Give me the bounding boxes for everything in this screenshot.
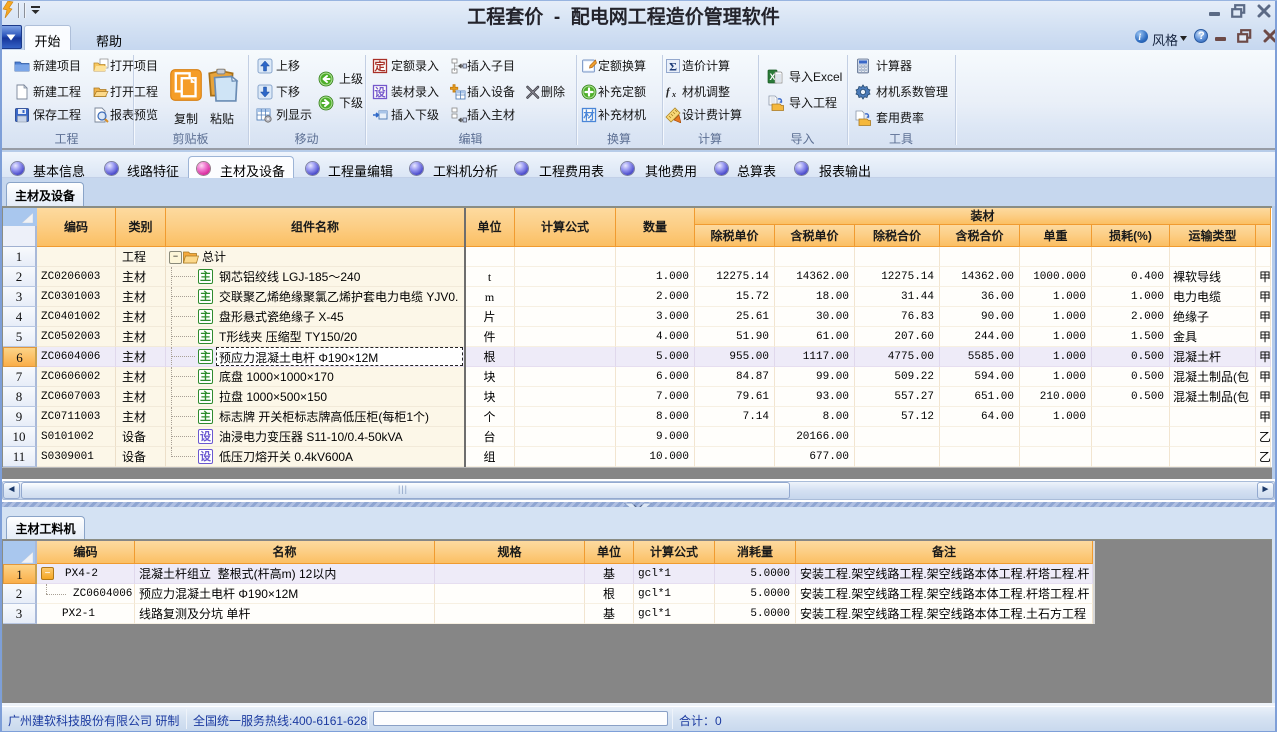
svg-text:x: x <box>671 90 676 99</box>
svg-text:设: 设 <box>375 85 387 99</box>
svg-text:定: 定 <box>375 59 386 73</box>
svg-text:X: X <box>769 72 775 82</box>
svg-text:材: 材 <box>584 108 595 122</box>
svg-text:f: f <box>666 86 671 98</box>
svg-text:Σ: Σ <box>669 60 677 74</box>
